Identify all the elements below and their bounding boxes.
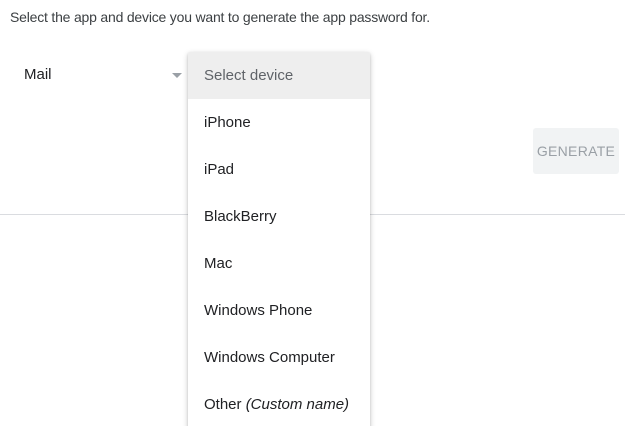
generate-button[interactable]: GENERATE [533, 128, 619, 174]
menu-item-blackberry[interactable]: BlackBerry [188, 193, 370, 240]
menu-item-other[interactable]: Other (Custom name) [188, 381, 370, 426]
menu-item-iphone[interactable]: iPhone [188, 99, 370, 146]
device-dropdown-menu: Select device iPhone iPad BlackBerry Mac… [188, 52, 370, 426]
menu-item-windows-phone[interactable]: Windows Phone [188, 287, 370, 334]
custom-name-hint: (Custom name) [245, 396, 350, 413]
menu-item-select-device[interactable]: Select device [188, 52, 370, 99]
menu-item-windows-computer[interactable]: Windows Computer [188, 334, 370, 381]
app-select[interactable]: Mail [24, 62, 184, 90]
app-password-page: Select the app and device you want to ge… [0, 0, 625, 426]
app-select-value: Mail [24, 66, 52, 83]
menu-item-mac[interactable]: Mac [188, 240, 370, 287]
caret-down-icon [172, 73, 182, 78]
instruction-text: Select the app and device you want to ge… [10, 9, 430, 25]
menu-item-other-label: Other [204, 396, 242, 413]
menu-item-ipad[interactable]: iPad [188, 146, 370, 193]
